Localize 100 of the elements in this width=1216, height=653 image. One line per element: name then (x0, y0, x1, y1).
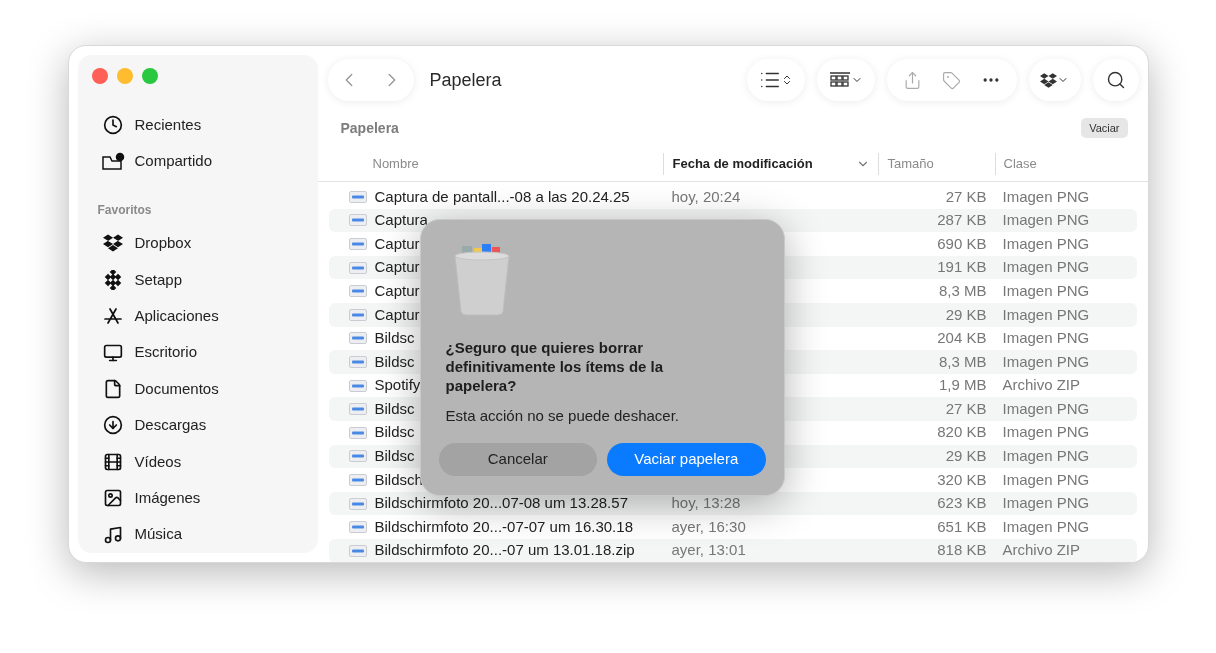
size-cell: 204 KB (937, 329, 987, 347)
size-cell: 191 KB (937, 258, 987, 276)
size-cell: 820 KB (937, 423, 987, 441)
size-cell: 29 KB (945, 305, 987, 323)
film-icon (102, 451, 123, 472)
section-title: Favoritos (97, 202, 152, 220)
kind-cell: Imagen PNG (1002, 517, 1090, 535)
file-name: Bildsc (374, 328, 415, 349)
table-row[interactable]: Bildschirmfoto 20...-07 um 13.01.18.zip ayer, 13:01 818 KB Archivo ZIP (328, 538, 1137, 562)
minimize-button[interactable] (116, 68, 133, 84)
dropbox-icon (102, 233, 123, 254)
clock-icon (102, 115, 123, 136)
kind-cell: Archivo ZIP (1002, 376, 1081, 394)
size-cell: 8,3 MB (938, 281, 987, 299)
kind-cell: Imagen PNG (1002, 399, 1090, 417)
tag-icon[interactable] (941, 70, 961, 90)
file-thumbnail-icon (348, 544, 367, 557)
date-cell: hoy, 20:24 (671, 187, 741, 205)
dialog-message: Esta acción no se puede deshacer. (444, 406, 680, 426)
file-name: Spotify (374, 375, 421, 396)
kind-cell: Imagen PNG (1002, 211, 1090, 229)
size-cell: 29 KB (945, 447, 987, 465)
file-name: Captur (374, 257, 420, 278)
kind-cell: Imagen PNG (1002, 187, 1090, 205)
file-name: Captur (374, 233, 420, 254)
zoom-button[interactable] (141, 68, 158, 84)
sidebar-item[interactable]: Imágenes (134, 487, 201, 510)
group-button[interactable] (816, 59, 875, 101)
kind-cell: Imagen PNG (1002, 447, 1090, 465)
kind-cell: Imagen PNG (1002, 494, 1090, 512)
file-thumbnail-icon (348, 521, 367, 534)
window-title: Papelera (429, 68, 503, 92)
column-header[interactable]: Fecha de modificación (672, 153, 813, 174)
file-thumbnail-icon (348, 426, 367, 439)
kind-cell: Imagen PNG (1002, 258, 1090, 276)
size-cell: 690 KB (937, 234, 987, 252)
file-name: Captura de pantall...-08 a las 20.24.25 (374, 186, 630, 207)
file-thumbnail-icon (348, 332, 367, 345)
kind-cell: Archivo ZIP (1002, 541, 1081, 559)
search-icon (1105, 70, 1126, 90)
kind-cell: Imagen PNG (1002, 352, 1090, 370)
sidebar-item[interactable]: Descargas (134, 414, 207, 437)
music-note-icon (102, 524, 123, 545)
view-options-button[interactable] (746, 59, 805, 101)
kind-cell: Imagen PNG (1002, 281, 1090, 299)
file-thumbnail-icon (348, 403, 367, 416)
grid-icon (828, 72, 851, 88)
sidebar-item[interactable]: Aplicaciones (134, 304, 219, 328)
sidebar-item[interactable]: Vídeos (134, 450, 182, 474)
column-header[interactable]: Nombre (372, 153, 419, 174)
file-name: Captur (374, 280, 420, 301)
file-name: Bildschirmfoto 20...07-08 um 13.28.57 (374, 493, 628, 514)
size-cell: 623 KB (937, 494, 987, 512)
date-cell: hoy, 13:28 (671, 494, 741, 512)
file-thumbnail-icon (348, 190, 367, 203)
file-name: Bildsch (374, 469, 423, 490)
file-name: Bildsc (374, 446, 415, 467)
file-name: Bildsc (374, 351, 415, 372)
file-thumbnail-icon (348, 450, 367, 463)
file-thumbnail-icon (348, 238, 367, 250)
sidebar-item[interactable]: Documentos (134, 377, 219, 401)
search-button[interactable] (1092, 59, 1139, 101)
sidebar-item[interactable]: Compartido (134, 150, 213, 173)
size-cell: 651 KB (937, 517, 987, 535)
column-header[interactable]: Clase (1003, 153, 1037, 174)
diamonds-icon (102, 269, 123, 290)
kind-cell: Imagen PNG (1002, 305, 1090, 323)
kind-cell: Imagen PNG (1002, 329, 1090, 347)
file-name: Captura (374, 210, 428, 231)
sidebar-item[interactable]: Setapp (134, 268, 183, 291)
confirm-button[interactable]: Vaciar papelera (607, 442, 766, 476)
dialog-title: ¿Seguro que quieres borrar definitivamente los ítems de la papelera? (444, 338, 665, 395)
sidebar-item[interactable]: Recientes (134, 113, 202, 137)
sidebar-item[interactable]: Escritorio (134, 341, 197, 364)
file-thumbnail-icon (348, 379, 367, 392)
shared-folder-icon (100, 151, 125, 172)
date-cell: ayer, 13:01 (671, 541, 746, 559)
cancel-button[interactable]: Cancelar (438, 442, 597, 476)
file-thumbnail-icon (348, 355, 367, 368)
size-cell: 8,3 MB (938, 352, 987, 370)
size-cell: 320 KB (937, 470, 987, 488)
sidebar-item[interactable]: Dropbox (134, 232, 192, 255)
file-thumbnail-icon (348, 497, 367, 510)
column-header[interactable]: Tamaño (887, 153, 934, 174)
folder-title: Papelera (340, 118, 399, 138)
close-button[interactable] (91, 68, 108, 84)
sidebar-item[interactable]: Música (134, 523, 182, 546)
file-name: Bildsc (374, 422, 415, 443)
dropbox-icon (1040, 71, 1057, 89)
image-icon (102, 488, 123, 509)
download-icon (102, 415, 123, 436)
kind-cell: Imagen PNG (1002, 470, 1090, 488)
size-cell: 1,9 MB (938, 376, 987, 394)
file-name: Bildschirmfoto 20...-07-07 um 16.30.18 (374, 516, 633, 537)
size-cell: 818 KB (937, 541, 987, 559)
size-cell: 27 KB (945, 399, 987, 417)
dropbox-menu-button[interactable] (1028, 59, 1081, 101)
empty-button[interactable]: Vaciar (1081, 117, 1128, 139)
app-store-icon (102, 306, 123, 327)
kind-cell: Imagen PNG (1002, 423, 1090, 441)
